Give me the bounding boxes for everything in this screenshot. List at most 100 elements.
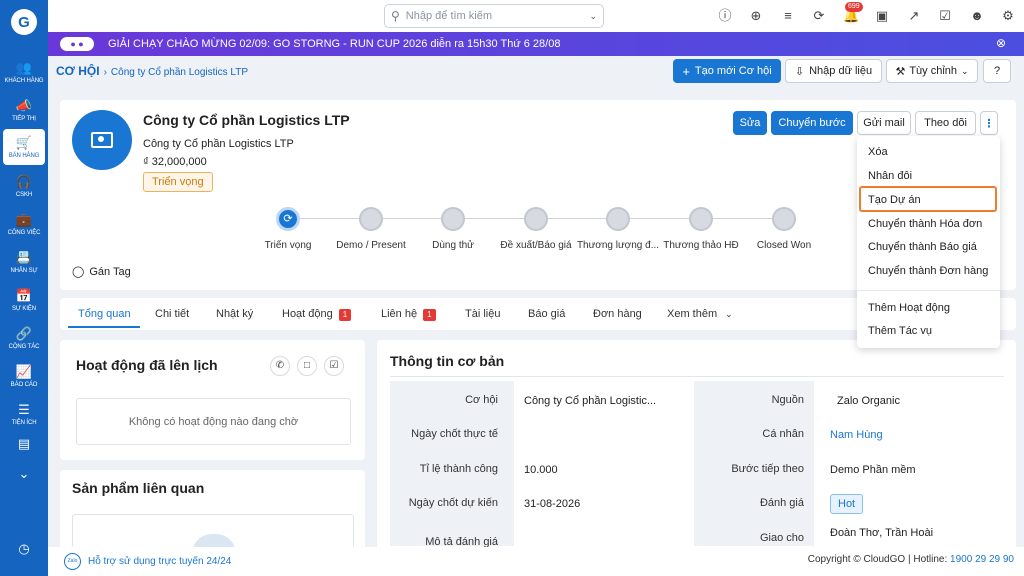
menu-item-convert-order[interactable]: Chuyển thành Đơn hàng	[868, 265, 988, 277]
sidebar-item-su-kien[interactable]: 📅 SỰ KIỆN	[3, 283, 45, 317]
sidebar-item-bao-cao[interactable]: 📈 BÁO CÁO	[3, 359, 45, 393]
tab-quotes[interactable]: Báo giá	[528, 308, 565, 320]
sidebar-item-nhan-su[interactable]: 📇 NHÂN SỰ	[3, 245, 45, 279]
announcement-banner: ● ● GIẢI CHẠY CHÀO MỪNG 02/09: GO STORNG…	[48, 32, 1024, 56]
sidebar-item-label: BÁO CÁO	[10, 381, 38, 388]
plus-circle-icon[interactable]: ⊕	[748, 8, 764, 24]
phone-icon[interactable]: ✆	[270, 356, 290, 376]
notification-badge: 699	[845, 2, 863, 12]
field-label: Bước tiếp theo	[731, 463, 804, 475]
tab-orders[interactable]: Đơn hàng	[593, 308, 642, 320]
tab-overview[interactable]: Tổng quan	[78, 308, 131, 320]
info-icon[interactable]: ⓘ	[717, 8, 733, 24]
stage-dot[interactable]	[359, 207, 383, 231]
chart-icon[interactable]: ↗	[906, 8, 922, 24]
briefcase-icon: 💼	[15, 211, 33, 227]
stage-dot[interactable]	[441, 207, 465, 231]
meeting-icon[interactable]: □	[297, 356, 317, 376]
sidebar-item-label: TIẾP THỊ	[12, 115, 36, 122]
search-input[interactable]: ⚲ Nhập để tìm kiếm ⌄	[384, 4, 604, 28]
rating-badge[interactable]: Hot	[830, 494, 864, 514]
support-link[interactable]: Hỗ trợ sử dụng trực tuyến 24/24	[88, 556, 231, 567]
field-label: Ngày chốt dự kiến	[408, 497, 498, 509]
banner-text[interactable]: GIẢI CHẠY CHÀO MỪNG 02/09: GO STORNG - R…	[108, 38, 560, 50]
tab-contacts[interactable]: Liên hệ 1	[381, 308, 436, 321]
app-logo[interactable]: G	[11, 9, 37, 35]
stage-dot[interactable]	[689, 207, 713, 231]
field-value-assigned-to[interactable]: Đoàn Thơ, Trần Hoài	[830, 527, 933, 539]
chevron-down-icon[interactable]: ⌄	[10, 466, 38, 486]
stage-dot-current[interactable]: ⟳	[276, 207, 300, 231]
calendar-icon: 📅	[15, 287, 33, 303]
id-card-icon: 📇	[15, 249, 33, 265]
tab-activities[interactable]: Hoạt động 1	[282, 308, 352, 321]
sidebar-item-cong-viec[interactable]: 💼 CÔNG VIỆC	[3, 207, 45, 241]
chevron-down-icon[interactable]: ⌄	[589, 11, 597, 22]
field-value-expected-close-date[interactable]: 31-08-2026	[524, 498, 580, 510]
tab-details[interactable]: Chi tiết	[155, 308, 189, 320]
stage-dot[interactable]	[524, 207, 548, 231]
customize-label: Tùy chỉnh	[909, 65, 958, 77]
menu-item-add-activity[interactable]: Thêm Hoạt động	[868, 302, 950, 314]
import-icon: ⇩	[794, 65, 805, 78]
breadcrumb-module[interactable]: CƠ HỘI	[56, 64, 100, 78]
more-actions-menu: Xóa Nhân đôi Tạo Dự án Chuyển thành Hóa …	[857, 136, 1000, 348]
close-icon[interactable]: ⊗	[996, 36, 1006, 50]
create-opportunity-button[interactable]: + Tạo mới Cơ hội	[673, 59, 781, 83]
sidebar-item-cskh[interactable]: 🎧 CSKH	[3, 169, 45, 203]
stage-dot[interactable]	[772, 207, 796, 231]
menu-item-create-project[interactable]: Tạo Dự án	[868, 194, 921, 206]
database-icon[interactable]: ▤	[10, 436, 38, 456]
user-icon[interactable]: ☻	[969, 8, 985, 24]
follow-button[interactable]: Theo dõi	[915, 111, 976, 135]
send-mail-button[interactable]: Gửi mail	[857, 111, 911, 135]
zalo-icon[interactable]: Zalo	[64, 553, 81, 570]
field-value-opportunity[interactable]: Công ty Cổ phần Logistic...	[524, 395, 656, 407]
sidebar-item-label: CÔNG VIỆC	[7, 229, 41, 236]
menu-item-duplicate[interactable]: Nhân đôi	[868, 170, 912, 182]
stage-label: Closed Won	[756, 240, 812, 251]
tab-label: Liên hệ	[381, 308, 418, 320]
checkbox-icon[interactable]: ☑	[937, 8, 953, 24]
sidebar-item-tien-ich[interactable]: ☰ TIỆN ÍCH	[3, 397, 45, 431]
field-value-contact[interactable]: Nam Hùng	[830, 429, 883, 441]
field-value-next-step[interactable]: Demo Phần mềm	[830, 464, 916, 476]
sidebar-item-khach-hang[interactable]: 👥 KHÁCH HÀNG	[3, 55, 45, 89]
assign-tag-button[interactable]: ◯ Gán Tag	[72, 265, 131, 278]
clock-icon[interactable]: ◷	[10, 541, 38, 561]
search-placeholder: Nhập để tìm kiếm	[405, 10, 492, 22]
list-icon[interactable]: ≡	[780, 8, 796, 24]
calendar-icon[interactable]: ▣	[874, 8, 890, 24]
plus-icon: +	[682, 63, 690, 79]
menu-item-add-task[interactable]: Thêm Tác vụ	[868, 325, 932, 337]
field-value-source[interactable]: Zalo Organic	[837, 395, 900, 407]
import-data-button[interactable]: ⇩ Nhập dữ liệu	[785, 59, 882, 83]
help-button[interactable]: ?	[983, 59, 1011, 83]
layers-icon: ☰	[18, 401, 30, 417]
stage-label: Đề xuất/Báo giá	[500, 240, 572, 251]
stage-dot[interactable]	[606, 207, 630, 231]
change-stage-button[interactable]: Chuyển bước	[771, 111, 853, 135]
sidebar-item-label: CSKH	[15, 191, 33, 198]
menu-item-convert-invoice[interactable]: Chuyển thành Hóa đơn	[868, 218, 982, 230]
field-value-success-rate[interactable]: 10.000	[524, 464, 558, 476]
tab-documents[interactable]: Tài liệu	[465, 308, 500, 320]
sidebar-item-cong-tac[interactable]: 🔗 CỘNG TÁC	[3, 321, 45, 355]
copyright-text: Copyright © CloudGO	[807, 554, 906, 565]
count-badge: 1	[423, 309, 436, 321]
sidebar-item-tiep-thi[interactable]: 📣 TIẾP THỊ	[3, 93, 45, 127]
sidebar-item-label: SỰ KIỆN	[11, 305, 37, 312]
count-badge: 1	[338, 309, 352, 321]
hotline-number[interactable]: 1900 29 29 90	[950, 554, 1014, 565]
tab-log[interactable]: Nhật ký	[216, 308, 253, 320]
menu-item-convert-quote[interactable]: Chuyển thành Báo giá	[868, 241, 977, 253]
task-icon[interactable]: ☑	[324, 356, 344, 376]
gear-icon[interactable]: ⚙	[1000, 8, 1016, 24]
customize-button[interactable]: ⚒ Tùy chỉnh ⌄	[886, 59, 978, 83]
menu-item-delete[interactable]: Xóa	[868, 146, 888, 158]
edit-button[interactable]: Sửa	[733, 111, 767, 135]
more-actions-button[interactable]: ⋮	[980, 111, 998, 135]
tab-more[interactable]: Xem thêm ⌄	[667, 308, 733, 320]
sidebar-item-ban-hang[interactable]: 🛒 BÁN HÀNG	[3, 129, 45, 165]
refresh-icon[interactable]: ⟳	[811, 8, 827, 24]
